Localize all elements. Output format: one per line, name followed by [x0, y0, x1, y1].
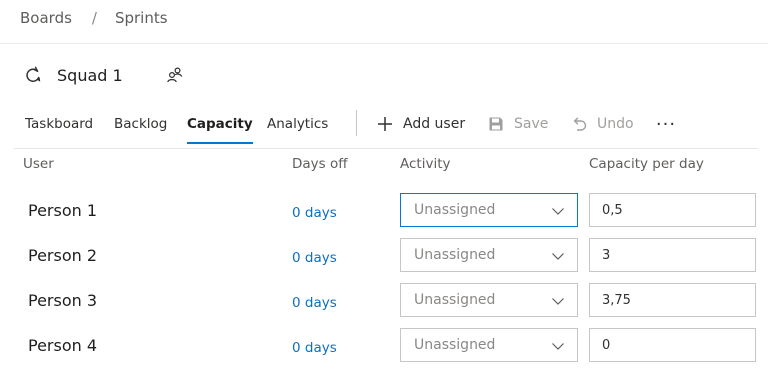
chevron-down-icon: [552, 298, 564, 305]
chevron-down-icon: [552, 253, 564, 260]
save-label: Save: [514, 116, 549, 132]
plus-icon: [376, 115, 394, 133]
table-row: Person 2 0 days Unassigned: [0, 238, 768, 278]
people-icon[interactable]: [165, 65, 185, 85]
tab-backlog[interactable]: Backlog: [114, 108, 167, 140]
column-header-user: User: [23, 156, 54, 172]
user-name: Person 1: [28, 201, 98, 220]
capacity-input[interactable]: [589, 193, 756, 227]
save-icon: [487, 115, 505, 133]
days-off-link[interactable]: 0 days: [292, 340, 337, 356]
pivot-bar: Taskboard Backlog Capacity Analytics Add…: [0, 108, 768, 144]
add-user-button[interactable]: Add user: [376, 108, 465, 140]
toolbar-divider: [356, 110, 357, 136]
activity-dropdown[interactable]: Unassigned: [400, 283, 578, 317]
team-name[interactable]: Squad 1: [57, 66, 123, 85]
undo-button[interactable]: Undo: [570, 108, 634, 140]
table-row: Person 3 0 days Unassigned: [0, 283, 768, 323]
add-user-label: Add user: [403, 116, 466, 132]
column-header-capacity: Capacity per day: [589, 156, 704, 172]
activity-dropdown[interactable]: Unassigned: [400, 328, 578, 362]
capacity-input[interactable]: [589, 328, 756, 362]
capacity-input[interactable]: [589, 238, 756, 272]
activity-value: Unassigned: [414, 202, 496, 218]
column-header-activity: Activity: [400, 156, 451, 172]
tab-analytics[interactable]: Analytics: [267, 108, 328, 140]
more-icon[interactable]: ···: [654, 108, 678, 140]
breadcrumb: Boards / Sprints: [20, 8, 168, 28]
days-off-link[interactable]: 0 days: [292, 205, 337, 221]
chevron-down-icon: [552, 208, 564, 215]
user-name: Person 2: [28, 246, 98, 265]
save-button[interactable]: Save: [487, 108, 548, 140]
user-name: Person 4: [28, 336, 98, 355]
header-divider: [0, 43, 768, 44]
column-header-days-off: Days off: [292, 156, 348, 172]
breadcrumb-item-sprints[interactable]: Sprints: [115, 9, 168, 27]
activity-dropdown[interactable]: Unassigned: [400, 238, 578, 272]
user-name: Person 3: [28, 291, 98, 310]
activity-dropdown[interactable]: Unassigned: [400, 193, 578, 227]
tab-taskboard[interactable]: Taskboard: [25, 108, 93, 140]
days-off-link[interactable]: 0 days: [292, 295, 337, 311]
activity-value: Unassigned: [414, 247, 496, 263]
activity-value: Unassigned: [414, 292, 496, 308]
table-row: Person 1 0 days Unassigned: [0, 193, 768, 233]
table-row: Person 4 0 days Unassigned: [0, 328, 768, 368]
breadcrumb-item-boards[interactable]: Boards: [20, 9, 72, 27]
capacity-input[interactable]: [589, 283, 756, 317]
chevron-down-icon: [552, 343, 564, 350]
activity-value: Unassigned: [414, 337, 496, 353]
sprint-icon: [22, 64, 44, 86]
tab-capacity[interactable]: Capacity: [187, 108, 253, 144]
days-off-link[interactable]: 0 days: [292, 250, 337, 266]
breadcrumb-separator: /: [91, 9, 97, 27]
undo-icon: [570, 115, 588, 133]
undo-label: Undo: [597, 116, 634, 132]
tabs-divider: [14, 148, 758, 149]
team-selector: Squad 1: [22, 63, 185, 87]
